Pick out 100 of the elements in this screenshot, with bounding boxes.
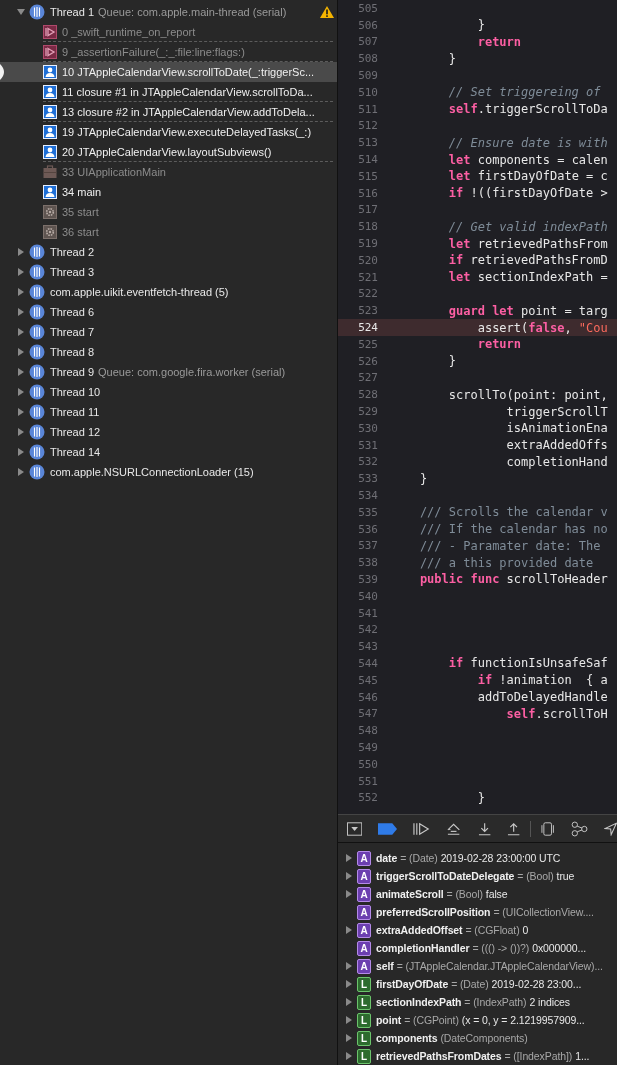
variable-value: false bbox=[485, 888, 508, 900]
code-line: return bbox=[477, 35, 522, 49]
code-line: extraAddedOffs bbox=[506, 438, 608, 453]
view-hierarchy-icon[interactable] bbox=[541, 821, 555, 836]
disclosure-triangle-icon[interactable] bbox=[17, 408, 25, 416]
thread-row[interactable]: Thread 10 bbox=[0, 382, 337, 402]
line-number: 548 bbox=[357, 724, 379, 738]
thread-row[interactable]: com.apple.uikit.eventfetch-thread (5) bbox=[0, 282, 337, 302]
stack-frame[interactable]: 20 JTAppleCalendarView.layoutSubviews() bbox=[0, 142, 337, 162]
disclosure-triangle-icon[interactable] bbox=[17, 288, 25, 296]
stack-frame[interactable]: 35 start bbox=[0, 202, 337, 222]
stack-frame[interactable]: 19 JTAppleCalendarView.executeDelayedTasks(_:) bbox=[0, 122, 337, 142]
stack-frame[interactable]: 9 _assertionFailure(_:_:file:line:flags:) bbox=[0, 42, 337, 62]
stack-frame[interactable]: 11 closure #1 in JTAppleCalendarView.scrollToDa... bbox=[0, 82, 337, 102]
variable-row[interactable]: L point = (CGPoint) (x = 0, y = 2.1219957909... bbox=[338, 1011, 617, 1029]
line-number: 544 bbox=[357, 656, 379, 670]
line-number: 508 bbox=[357, 52, 379, 66]
disclosure-triangle-icon[interactable] bbox=[17, 468, 25, 476]
variable-name: retrievedPathsFromDates bbox=[376, 1050, 502, 1062]
disclosure-triangle-icon[interactable] bbox=[17, 388, 25, 396]
thread-row[interactable]: Thread 9 Queue: com.google.fira.worker (serial) bbox=[0, 362, 337, 382]
frame-label: 33 UIApplicationMain bbox=[62, 166, 166, 178]
disclosure-triangle-icon[interactable] bbox=[17, 248, 25, 256]
thread-row[interactable]: Thread 1 Queue: com.apple.main-thread (serial) bbox=[0, 2, 337, 22]
disclosure-triangle-icon[interactable] bbox=[345, 980, 353, 988]
breakpoints-toggle-icon[interactable] bbox=[378, 822, 398, 835]
stack-frame[interactable]: 34 main bbox=[0, 182, 337, 202]
variable-kind-badge: A bbox=[357, 850, 371, 866]
disclosure-triangle-icon[interactable] bbox=[345, 1052, 353, 1060]
thread-name: Thread 9 bbox=[50, 366, 95, 378]
code-line: isAnimationEna bbox=[506, 421, 608, 436]
stack-frame[interactable]: 36 start bbox=[0, 222, 337, 242]
variable-row[interactable]: L sectionIndexPath = (IndexPath) 2 indices bbox=[338, 993, 617, 1011]
disclosure-triangle-icon[interactable] bbox=[17, 348, 25, 356]
variable-row[interactable]: A animateScroll = (Bool) false bbox=[338, 885, 617, 903]
variable-row[interactable]: L components (DateComponents) bbox=[338, 1029, 617, 1047]
continue-icon[interactable] bbox=[413, 821, 431, 836]
thread-row[interactable]: com.apple.NSURLConnectionLoader (15) bbox=[0, 462, 337, 482]
step-out-icon[interactable] bbox=[506, 821, 521, 836]
frame-label: 20 JTAppleCalendarView.layoutSubviews() bbox=[62, 146, 272, 158]
step-into-icon[interactable] bbox=[477, 821, 491, 836]
thread-name: Thread 6 bbox=[50, 306, 95, 318]
disclosure-triangle-icon[interactable] bbox=[345, 962, 353, 970]
code-line: triggerScrollT bbox=[506, 404, 608, 419]
line-number: 538 bbox=[357, 556, 379, 570]
variable-row[interactable]: A preferredScrollPosition = (UICollectionView.... bbox=[338, 903, 617, 921]
disclosure-triangle-icon[interactable] bbox=[17, 448, 25, 456]
variable-name: components bbox=[376, 1032, 438, 1044]
code-line: /// a this provided date bbox=[419, 555, 594, 570]
disclosure-triangle-icon[interactable] bbox=[17, 308, 25, 316]
disclosure-triangle-icon[interactable] bbox=[17, 368, 25, 376]
variable-row[interactable]: A completionHandler = ((() -> ())?) 0x000000... bbox=[338, 939, 617, 957]
thread-row[interactable]: Thread 11 bbox=[0, 402, 337, 422]
disclosure-triangle-icon[interactable] bbox=[345, 890, 353, 898]
variable-value: 2019-02-28 23:00:00 UTC bbox=[440, 852, 561, 864]
variable-value: true bbox=[556, 870, 575, 882]
variable-name: preferredScrollPosition bbox=[376, 906, 491, 918]
variable-row[interactable]: A extraAddedOffset = (CGFloat) 0 bbox=[338, 921, 617, 939]
variable-type: = (CGFloat) bbox=[465, 924, 520, 936]
variable-value: 2019-02-28 23:00... bbox=[491, 978, 582, 990]
line-number: 542 bbox=[357, 623, 379, 637]
disclosure-triangle-icon[interactable] bbox=[345, 1034, 353, 1042]
thread-row[interactable]: Thread 8 bbox=[0, 342, 337, 362]
disclosure-triangle-icon[interactable] bbox=[17, 428, 25, 436]
frame-label: 10 JTAppleCalendarView.scrollToDate(_:triggerSc... bbox=[62, 66, 315, 78]
thread-icon bbox=[29, 404, 45, 420]
thread-name: Thread 11 bbox=[50, 406, 100, 418]
memory-graph-icon[interactable] bbox=[570, 820, 588, 837]
stack-frame[interactable]: 13 closure #2 in JTAppleCalendarView.addToDela... bbox=[0, 102, 337, 122]
thread-row[interactable]: Thread 6 bbox=[0, 302, 337, 322]
disclosure-triangle-icon[interactable] bbox=[345, 872, 353, 880]
thread-row[interactable]: Thread 12 bbox=[0, 422, 337, 442]
thread-row[interactable]: Thread 7 bbox=[0, 322, 337, 342]
stack-frame[interactable]: 33 UIApplicationMain bbox=[0, 162, 337, 182]
code-line: completionHand bbox=[506, 454, 608, 469]
hide-debug-area-icon[interactable] bbox=[347, 821, 363, 836]
thread-name: Thread 2 bbox=[50, 246, 95, 258]
line-number: 525 bbox=[357, 337, 379, 351]
code-line: addToDelayedHandle bbox=[477, 690, 608, 705]
disclosure-triangle-icon[interactable] bbox=[345, 926, 353, 934]
location-icon[interactable] bbox=[603, 821, 617, 836]
variable-row[interactable]: A triggerScrollToDateDelegate = (Bool) true bbox=[338, 867, 617, 885]
thread-row[interactable]: Thread 3 bbox=[0, 262, 337, 282]
thread-row[interactable]: Thread 2 bbox=[0, 242, 337, 262]
disclosure-triangle-icon[interactable] bbox=[345, 998, 353, 1006]
stack-frame[interactable]: 0 _swift_runtime_on_report bbox=[0, 22, 337, 42]
disclosure-triangle-icon[interactable] bbox=[17, 268, 25, 276]
disclosure-triangle-icon[interactable] bbox=[345, 1016, 353, 1024]
variable-row[interactable]: A self = (JTAppleCalendar.JTAppleCalendarView)... bbox=[338, 957, 617, 975]
variable-row[interactable]: L retrievedPathsFromDates = ([IndexPath]) 1... bbox=[338, 1047, 617, 1065]
variable-row[interactable]: L firstDayOfDate = (Date) 2019-02-28 23:00... bbox=[338, 975, 617, 993]
disclosure-triangle-icon[interactable] bbox=[17, 8, 25, 16]
variable-row[interactable]: A date = (Date) 2019-02-28 23:00:00 UTC bbox=[338, 849, 617, 867]
thread-icon bbox=[29, 284, 45, 300]
disclosure-triangle-icon[interactable] bbox=[345, 854, 353, 862]
frame-label: 19 JTAppleCalendarView.executeDelayedTasks(_:) bbox=[62, 126, 312, 138]
stack-frame[interactable]: 10 JTAppleCalendarView.scrollToDate(_:triggerSc... bbox=[0, 62, 337, 82]
step-over-icon[interactable] bbox=[446, 821, 462, 836]
thread-row[interactable]: Thread 14 bbox=[0, 442, 337, 462]
disclosure-triangle-icon[interactable] bbox=[17, 328, 25, 336]
